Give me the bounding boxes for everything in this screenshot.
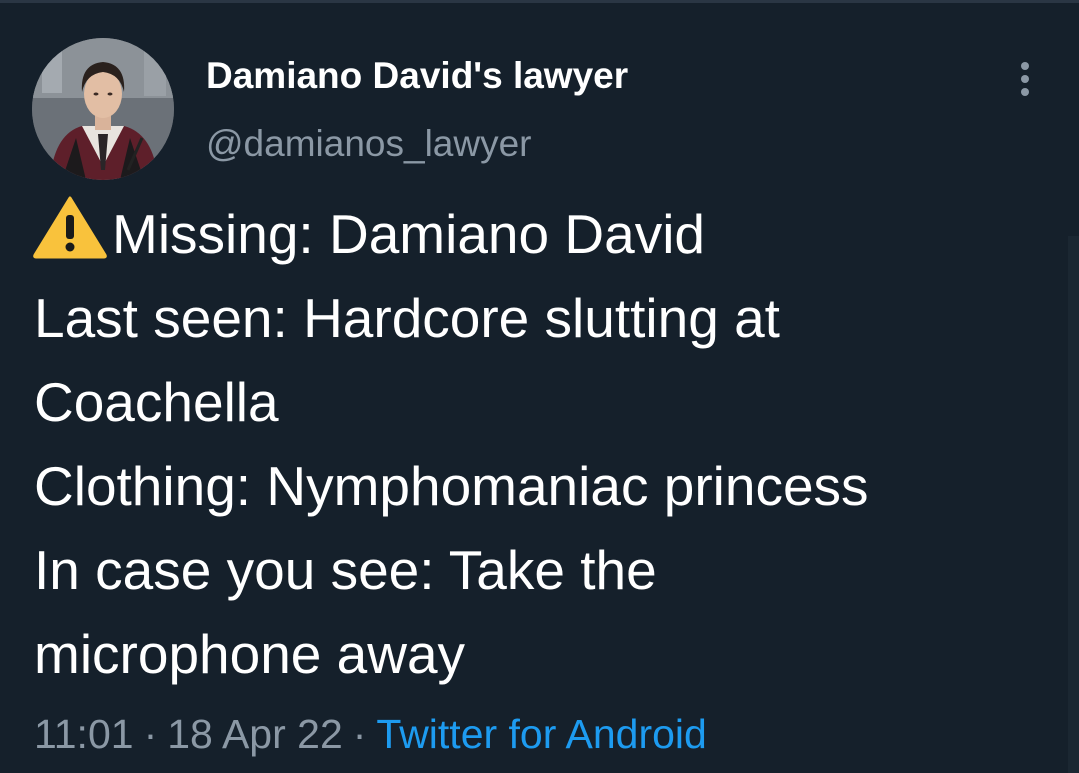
warning-icon [33,196,107,259]
tweet-date[interactable]: 18 Apr 22 [167,711,343,757]
tweet-metadata: 11:01 · 18 Apr 22 · Twitter for Android [34,708,707,760]
meta-separator: · [352,711,367,757]
tweet-line: microphone away [34,623,466,685]
tweet-line: Coachella [34,371,279,433]
avatar[interactable] [32,38,174,180]
profile-photo-icon [32,38,174,180]
top-divider [0,0,1079,3]
tweet-line: Missing: Damiano David [33,192,1064,276]
tweet-text: Missing: Damiano David Last seen: Hardco… [33,192,1064,696]
more-options-button[interactable] [1010,58,1040,100]
user-handle[interactable]: @damianos_lawyer [206,120,531,168]
display-name[interactable]: Damiano David's lawyer [206,52,628,100]
tweet-line: Last seen: Hardcore slutting at [34,287,780,349]
tweet-line: Clothing: Nymphomaniac princess [34,455,869,517]
scrollbar-track[interactable] [1068,236,1079,773]
more-vertical-icon [1021,62,1029,96]
source-link[interactable]: Twitter for Android [376,711,706,757]
meta-separator: · [143,711,158,757]
tweet-time[interactable]: 11:01 [34,711,134,757]
tweet-line: In case you see: Take the [34,539,657,601]
tweet-line-text: Missing: Damiano David [112,203,705,265]
